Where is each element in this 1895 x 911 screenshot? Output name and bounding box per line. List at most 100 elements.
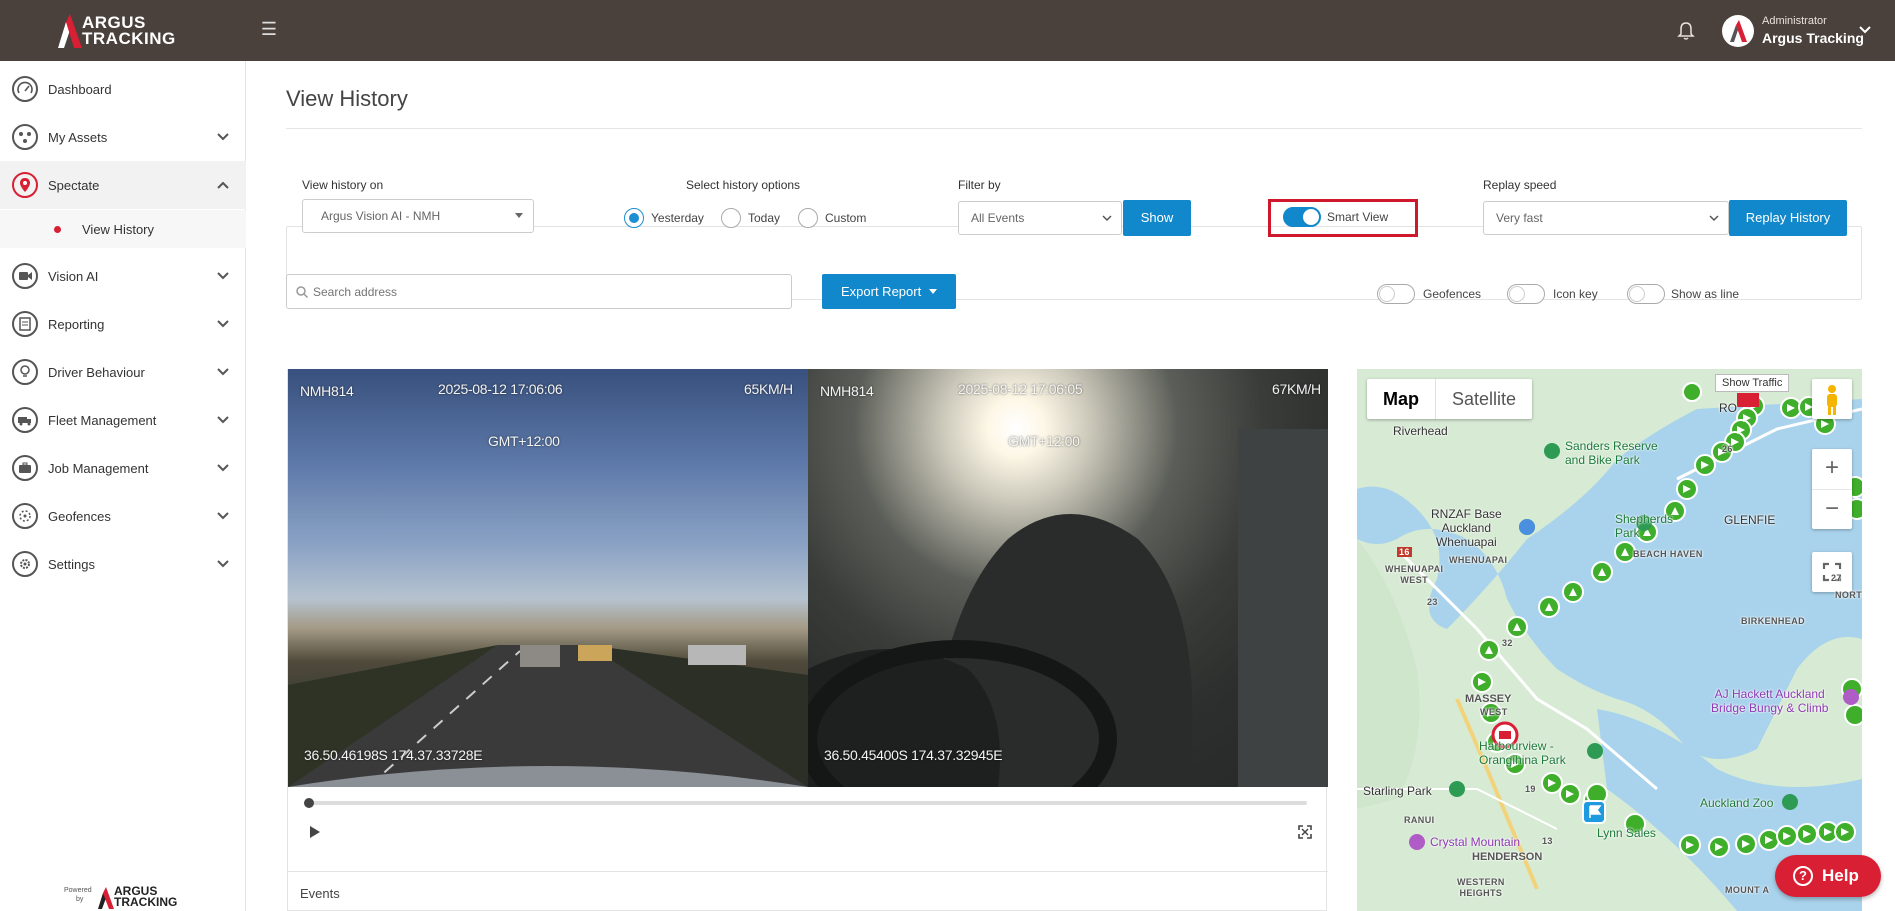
event-filter-value: All Events xyxy=(971,211,1025,225)
road-shield-26: 26 xyxy=(1722,444,1733,454)
map-label-auckland-zoo: Auckland Zoo xyxy=(1700,796,1774,810)
sidebar-item-settings[interactable]: Settings xyxy=(0,540,246,588)
show-button[interactable]: Show xyxy=(1123,200,1191,236)
map-label-north: NORTH xyxy=(1835,590,1862,600)
help-button[interactable]: ? Help xyxy=(1775,855,1881,897)
icon-key-toggle[interactable] xyxy=(1507,284,1545,304)
sidebar-item-dashboard[interactable]: Dashboard xyxy=(0,65,246,113)
radio-label: Custom xyxy=(825,211,867,225)
powered-logo-icon xyxy=(98,887,114,909)
history-on-label: View history on xyxy=(302,178,384,192)
search-address-box[interactable] xyxy=(286,274,792,309)
smart-view-toggle[interactable] xyxy=(1283,207,1321,227)
smart-view-label: Smart View xyxy=(1327,210,1389,224)
sidebar-item-driver-behaviour[interactable]: Driver Behaviour xyxy=(0,348,246,396)
sidebar-item-reporting[interactable]: Reporting xyxy=(0,300,246,348)
geofences-toggle[interactable] xyxy=(1377,284,1415,304)
cabin-camera-feed[interactable]: NMH814 2025-08-12 17:06:05 67KM/H GMT+12… xyxy=(808,369,1328,787)
map-type-satellite-button[interactable]: Satellite xyxy=(1435,379,1532,419)
road-scene-icon xyxy=(288,645,808,787)
map-label-crystal-mountain: Crystal Mountain xyxy=(1430,835,1521,849)
video-scrubber[interactable] xyxy=(304,798,1307,808)
sidebar-item-spectate[interactable]: Spectate xyxy=(0,161,246,209)
title-divider xyxy=(286,128,1862,129)
chevron-down-icon[interactable] xyxy=(1858,22,1872,36)
help-label: Help xyxy=(1822,866,1859,885)
user-avatar[interactable] xyxy=(1722,15,1754,47)
radio-label: Yesterday xyxy=(651,211,704,225)
top-bar: ARGUS TRACKING ☰ Administrator Argus Tra… xyxy=(0,0,1895,61)
filter-by-label: Filter by xyxy=(958,178,1001,192)
asset-select[interactable]: Argus Vision AI - NMH xyxy=(302,199,534,233)
replay-speed-value: Very fast xyxy=(1496,211,1543,225)
cabin-scene-icon xyxy=(808,429,1328,787)
road-shield-16: 16 xyxy=(1397,547,1412,557)
sidebar-item-label: Spectate xyxy=(48,177,100,193)
toggle-knob xyxy=(1629,286,1645,302)
map-label-birkenhead: BIRKENHEAD xyxy=(1741,616,1806,626)
expand-icon[interactable] xyxy=(1298,825,1312,839)
dashboard-gauge-icon xyxy=(12,76,38,102)
front-camera-feed[interactable]: NMH814 2025-08-12 17:06:06 65KM/H GMT+12… xyxy=(288,369,808,787)
sidebar-item-vision-ai[interactable]: Vision AI xyxy=(0,252,246,300)
cam1-speed: 65KM/H xyxy=(744,381,793,397)
toggle-knob xyxy=(1379,286,1395,302)
events-label: Events xyxy=(300,886,340,901)
sidebar-item-geofences[interactable]: Geofences xyxy=(0,492,246,540)
road-shield-32: 32 xyxy=(1502,638,1513,648)
camera-icon xyxy=(12,263,38,289)
map-label-starling: Starling Park xyxy=(1363,784,1432,798)
user-name[interactable]: Argus Tracking xyxy=(1762,30,1864,46)
map-label-henderson: HENDERSON xyxy=(1472,851,1543,863)
radio-today[interactable]: Today xyxy=(721,208,780,228)
show-as-line-toggle[interactable] xyxy=(1627,284,1665,304)
help-question-icon: ? xyxy=(1793,866,1813,886)
play-icon[interactable] xyxy=(308,824,322,840)
zoom-out-icon[interactable]: − xyxy=(1812,489,1852,529)
replay-history-button[interactable]: Replay History xyxy=(1729,200,1847,236)
map-label-ro: RO xyxy=(1719,401,1737,415)
event-filter-select[interactable]: All Events xyxy=(958,201,1122,235)
history-map[interactable]: Map Satellite Show Traffic + − Riverhead… xyxy=(1357,369,1862,911)
sidebar-item-label: Settings xyxy=(48,556,95,572)
cam2-speed: 67KM/H xyxy=(1272,381,1321,397)
chevron-down-icon xyxy=(217,368,229,376)
powered-logo-line-2: TRACKING xyxy=(114,895,178,909)
cam1-timezone: GMT+12:00 xyxy=(488,433,560,449)
radio-custom[interactable]: Custom xyxy=(798,208,866,228)
map-label-harbourview: Harbourview - Orangihina Park xyxy=(1479,739,1566,767)
scrubber-handle[interactable] xyxy=(304,798,314,808)
sidebar-item-label: Vision AI xyxy=(48,268,99,284)
sidebar-item-label: My Assets xyxy=(48,129,108,145)
search-address-input[interactable] xyxy=(313,276,783,307)
briefcase-icon xyxy=(12,455,38,481)
menu-toggle-icon[interactable]: ☰ xyxy=(258,18,280,40)
radio-unselected-icon xyxy=(798,208,818,228)
map-fullscreen-icon[interactable] xyxy=(1812,552,1852,592)
map-label-west: WEST xyxy=(1480,707,1508,717)
sidebar-item-fleet-management[interactable]: Fleet Management xyxy=(0,396,246,444)
radio-yesterday[interactable]: Yesterday xyxy=(624,208,704,228)
sidebar-item-job-management[interactable]: Job Management xyxy=(0,444,246,492)
zoom-in-icon[interactable]: + xyxy=(1812,449,1852,489)
map-label-whenuapai-west: WHENUAPAI WEST xyxy=(1385,564,1444,585)
argus-tracking-logo[interactable]: ARGUS TRACKING xyxy=(58,14,188,48)
export-report-button[interactable]: Export Report xyxy=(822,274,956,309)
chevron-down-icon xyxy=(217,512,229,520)
user-role: Administrator xyxy=(1762,15,1827,27)
sidebar-subitem-view-history[interactable]: View History xyxy=(0,210,246,248)
show-traffic-tooltip[interactable]: Show Traffic xyxy=(1715,374,1790,392)
map-label-ranui: RANUI xyxy=(1404,815,1435,825)
notification-bell-icon[interactable] xyxy=(1676,20,1696,42)
radio-unselected-icon xyxy=(721,208,741,228)
toggle-knob xyxy=(1509,286,1525,302)
map-pin-icon xyxy=(12,172,38,198)
street-view-pegman-icon[interactable] xyxy=(1812,379,1852,419)
replay-speed-select[interactable]: Very fast xyxy=(1483,201,1729,235)
sidebar-item-my-assets[interactable]: My Assets xyxy=(0,113,246,161)
road-shield-23: 23 xyxy=(1427,597,1438,607)
radio-label: Today xyxy=(748,211,781,225)
cam1-timestamp: 2025-08-12 17:06:06 xyxy=(438,381,563,397)
map-type-map-button[interactable]: Map xyxy=(1367,379,1435,419)
avatar-logo-icon xyxy=(1730,20,1747,42)
